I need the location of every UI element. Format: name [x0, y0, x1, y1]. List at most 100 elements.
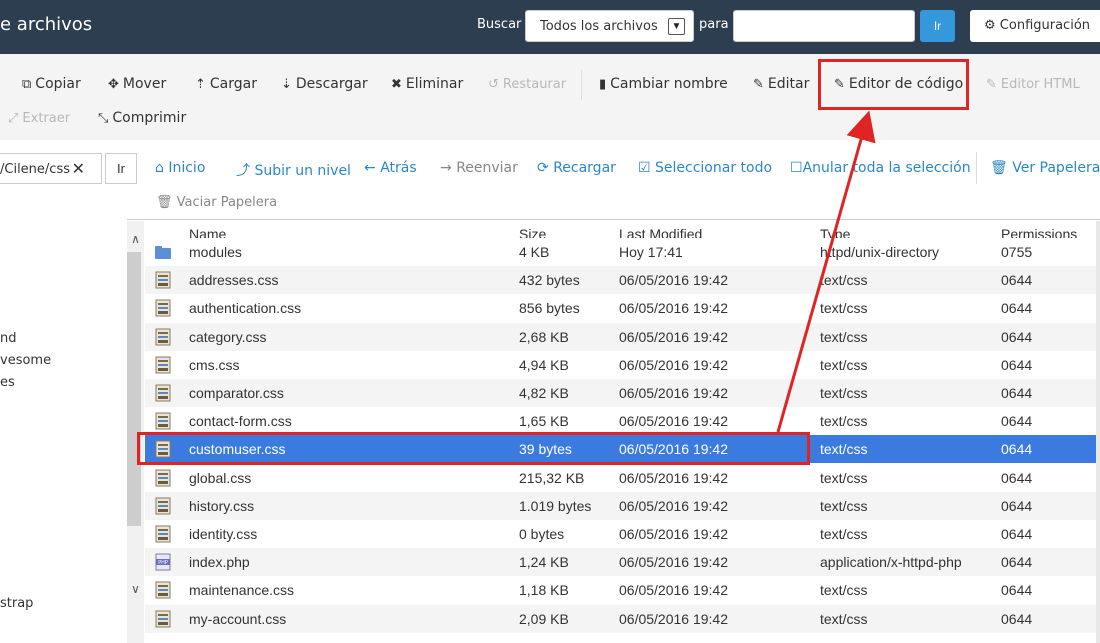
file-name-cell: my-account.css — [189, 610, 287, 627]
css-file-icon — [155, 412, 171, 430]
css-file-icon — [155, 469, 171, 487]
table-row[interactable]: maintenance.css 1,18 KB 06/05/2016 19:42 te… — [145, 576, 1096, 605]
table-row[interactable]: category.css 2,68 KB 06/05/2016 19:42 text/… — [145, 322, 1096, 351]
table-row[interactable]: my-account.css 2,09 KB 06/05/2016 19:42 tex… — [145, 604, 1096, 633]
chevron-down-icon[interactable]: ∨ — [127, 582, 144, 596]
file-modified-cell: 06/05/2016 19:42 — [619, 497, 728, 514]
file-type-cell: text/css — [820, 328, 868, 345]
css-file-icon — [155, 299, 171, 317]
extract-button[interactable]: ⤢ Extraer — [8, 111, 70, 126]
file-permissions-cell: 0644 — [1001, 356, 1033, 373]
reload-button[interactable]: ⟳ Recargar — [537, 160, 616, 176]
chevron-up-icon[interactable]: ∧ — [127, 232, 144, 246]
back-button[interactable]: ← Atrás — [364, 160, 417, 176]
css-file-icon — [155, 497, 171, 515]
unselect-all-button[interactable]: ☐Anular toda la selección — [790, 160, 971, 176]
upload-button[interactable]: ⇡ Cargar — [195, 76, 257, 92]
tree-item[interactable]: nd — [0, 331, 17, 346]
file-size-cell: 856 bytes — [519, 300, 580, 317]
file-type-cell: text/css — [820, 610, 868, 627]
file-name-cell: comparator.css — [189, 385, 284, 401]
download-label: Descargar — [295, 76, 368, 92]
file-modified-cell: 06/05/2016 19:42 — [619, 526, 728, 542]
copy-icon: ⧉ — [22, 77, 32, 92]
app-title: e archivos — [0, 14, 93, 35]
copy-label: Copiar — [35, 76, 81, 92]
table-scrollbar[interactable] — [1096, 221, 1100, 643]
file-modified-cell: 06/05/2016 19:42 — [619, 356, 728, 373]
upload-label: Cargar — [209, 76, 257, 92]
move-icon: ✥ — [108, 77, 119, 92]
trash-icon: 🗑 — [990, 160, 1008, 176]
file-name-cell: cms.css — [189, 356, 240, 373]
table-row[interactable]: PHP index.php 1,24 KB 06/05/2016 19:42 appli… — [145, 548, 1096, 577]
arrow-left-icon: ← — [364, 160, 376, 176]
rename-button[interactable]: ▮ Cambiar nombre — [599, 76, 728, 92]
rename-label: Cambiar nombre — [610, 76, 728, 92]
tree-item[interactable]: vesome — [0, 353, 51, 368]
settings-button[interactable]: ⚙ Configuración — [970, 10, 1100, 42]
file-type-cell: text/css — [820, 497, 868, 514]
search-input[interactable] — [733, 10, 915, 42]
file-name-cell: category.css — [189, 328, 267, 345]
file-type-cell: text/css — [820, 385, 868, 401]
tree-item[interactable]: strap — [0, 596, 33, 611]
file-icon: ▮ — [599, 77, 607, 92]
file-name-cell: index.php — [189, 554, 250, 571]
checkbox-empty-icon: ☐ — [790, 160, 803, 176]
file-permissions-cell: 0644 — [1001, 441, 1033, 458]
home-label: Inicio — [168, 160, 206, 176]
file-permissions-cell: 0644 — [1001, 610, 1033, 627]
search-go-button[interactable]: Ir — [920, 10, 955, 42]
table-row[interactable]: contact-form.css 1,65 KB 06/05/2016 19:42 t… — [145, 407, 1096, 436]
forward-button[interactable]: → Reenviar — [440, 160, 518, 176]
path-input[interactable]: /Cilene/css ✕ — [0, 153, 102, 184]
edit-button[interactable]: ✎ Editar — [753, 76, 809, 92]
copy-button[interactable]: ⧉ Copiar — [22, 76, 81, 92]
move-button[interactable]: ✥ Mover — [108, 76, 166, 92]
path-go-button[interactable]: Ir — [105, 153, 137, 184]
restore-button[interactable]: ↺ Restaurar — [488, 77, 566, 92]
file-name-cell: contact-form.css — [189, 413, 292, 430]
table-row[interactable]: modules 4 KB Hoy 17:41 httpd/unix-directory… — [145, 238, 1096, 266]
home-button[interactable]: ⌂ Inicio — [155, 160, 205, 176]
select-all-button[interactable]: ☑ Seleccionar todo — [638, 160, 772, 176]
view-trash-label: Ver Papelera — [1012, 160, 1100, 176]
file-type-cell: text/css — [820, 413, 868, 430]
table-row[interactable]: comparator.css 4,82 KB 06/05/2016 19:42 tex… — [145, 379, 1096, 407]
tree-scrollbar-thumb[interactable] — [127, 252, 141, 526]
file-size-cell: 1,24 KB — [519, 554, 569, 571]
table-row[interactable]: cms.css 4,94 KB 06/05/2016 19:42 text/css 06… — [145, 350, 1096, 379]
file-modified-cell: Hoy 17:41 — [619, 244, 683, 260]
file-permissions-cell: 0644 — [1001, 385, 1033, 401]
compress-button[interactable]: ⤡ Comprimir — [98, 110, 186, 126]
clear-icon[interactable]: ✕ — [72, 159, 85, 179]
up-level-button[interactable]: ⤴ Subir un nivel — [236, 160, 351, 180]
table-row[interactable]: identity.css 0 bytes 06/05/2016 19:42 text/… — [145, 520, 1096, 548]
view-trash-button[interactable]: 🗑 Ver Papelera — [990, 160, 1100, 176]
file-type-cell: text/css — [820, 300, 868, 317]
home-icon: ⌂ — [155, 160, 164, 176]
table-row[interactable]: authentication.css 856 bytes 06/05/2016 19… — [145, 294, 1096, 323]
file-modified-cell: 06/05/2016 19:42 — [619, 272, 728, 289]
path-value: /Cilene/css — [0, 162, 70, 177]
folder-icon — [155, 246, 171, 259]
tree-item[interactable]: es — [0, 375, 15, 390]
download-button[interactable]: ⇣ Descargar — [281, 76, 368, 92]
checkbox-checked-icon: ☑ — [638, 160, 651, 176]
file-size-cell: 4,94 KB — [519, 356, 569, 373]
file-name-cell: history.css — [189, 497, 255, 514]
table-row[interactable]: global.css 215,32 KB 06/05/2016 19:42 text/… — [145, 463, 1096, 492]
table-row[interactable]: addresses.css 432 bytes 06/05/2016 19:42 te… — [145, 266, 1096, 295]
search-scope-select[interactable]: Todos los archivos ▼ — [525, 10, 694, 42]
file-permissions-cell: 0644 — [1001, 554, 1033, 571]
file-name-cell: addresses.css — [189, 272, 279, 289]
undo-icon: ↺ — [488, 77, 499, 92]
select-all-label: Seleccionar todo — [655, 160, 773, 176]
html-editor-button[interactable]: ✎ Editor HTML — [986, 77, 1080, 92]
file-name-cell: global.css — [189, 469, 252, 486]
delete-button[interactable]: ✖ Eliminar — [391, 76, 463, 92]
table-row[interactable]: history.css 1.019 bytes 06/05/2016 19:42 te… — [145, 491, 1096, 520]
restore-label: Restaurar — [502, 77, 567, 92]
empty-trash-button[interactable]: 🗑 Vaciar Papelera — [156, 195, 277, 210]
